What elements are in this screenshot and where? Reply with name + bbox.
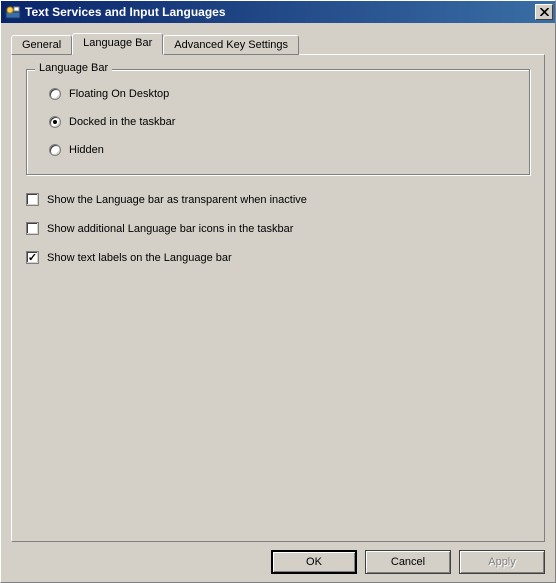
checkbox-label: Show the Language bar as transparent whe… (47, 194, 307, 206)
groupbox-legend: Language Bar (35, 62, 112, 74)
checkbox-label: Show text labels on the Language bar (47, 252, 232, 264)
cancel-button[interactable]: Cancel (365, 550, 451, 574)
checkbox-icon (26, 251, 39, 264)
groupbox-language-bar: Language Bar Floating On Desktop Docked … (26, 69, 530, 175)
checkbox-additional-icons[interactable]: Show additional Language bar icons in th… (26, 222, 530, 235)
tab-label: General (22, 39, 61, 51)
radio-label: Floating On Desktop (69, 88, 169, 100)
tab-general[interactable]: General (11, 35, 72, 55)
radio-docked-in-taskbar[interactable]: Docked in the taskbar (49, 116, 515, 128)
tab-language-bar[interactable]: Language Bar (72, 33, 163, 55)
checkbox-transparent-when-inactive[interactable]: Show the Language bar as transparent whe… (26, 193, 530, 206)
checkbox-icon (26, 193, 39, 206)
client-area: General Language Bar Advanced Key Settin… (1, 23, 555, 582)
radio-icon (49, 88, 61, 100)
app-icon (5, 4, 21, 20)
radio-hidden[interactable]: Hidden (49, 144, 515, 156)
radio-icon (49, 144, 61, 156)
tab-advanced-key-settings[interactable]: Advanced Key Settings (163, 35, 299, 55)
button-row: OK Cancel Apply (11, 542, 545, 574)
tab-label: Advanced Key Settings (174, 39, 288, 51)
checkbox-text-labels[interactable]: Show text labels on the Language bar (26, 251, 530, 264)
radio-label: Docked in the taskbar (69, 116, 175, 128)
tab-strip: General Language Bar Advanced Key Settin… (11, 33, 545, 55)
dialog-window: Text Services and Input Languages Genera… (0, 0, 556, 583)
titlebar: Text Services and Input Languages (1, 1, 555, 23)
checkbox-label: Show additional Language bar icons in th… (47, 223, 293, 235)
checkbox-icon (26, 222, 39, 235)
apply-button[interactable]: Apply (459, 550, 545, 574)
tab-label: Language Bar (83, 37, 152, 49)
radio-icon (49, 116, 61, 128)
window-title: Text Services and Input Languages (25, 5, 535, 19)
radio-label: Hidden (69, 144, 104, 156)
radio-floating-on-desktop[interactable]: Floating On Desktop (49, 88, 515, 100)
close-button[interactable] (535, 4, 553, 20)
ok-button[interactable]: OK (271, 550, 357, 574)
tab-panel-language-bar: Language Bar Floating On Desktop Docked … (11, 54, 545, 542)
